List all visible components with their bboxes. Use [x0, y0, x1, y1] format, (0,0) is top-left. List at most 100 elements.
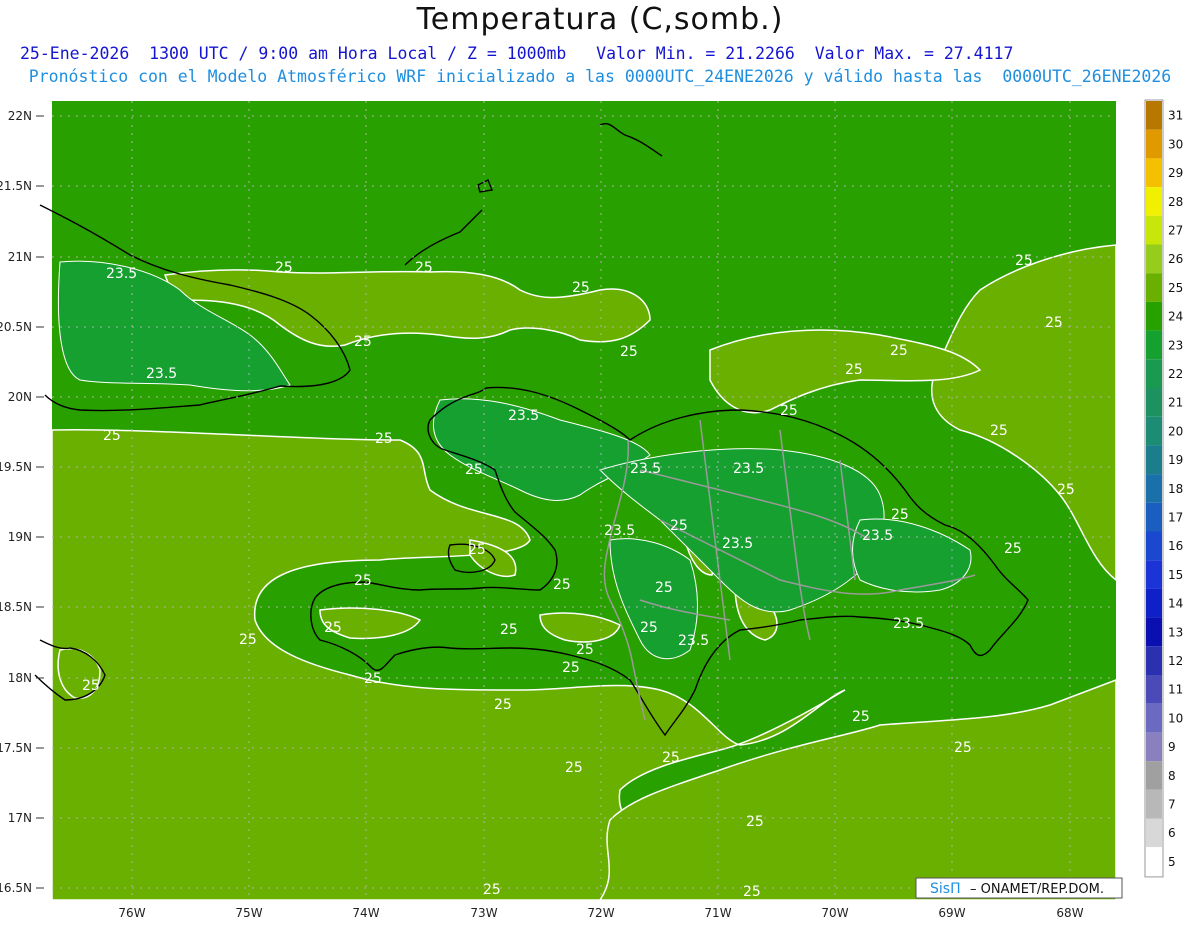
colorbar-swatch [1146, 847, 1162, 876]
latitude-labels: 22N 21.5N 21N 20.5N 20N 19.5N 19N 18.5N … [0, 109, 32, 895]
contour-label: 25 [576, 642, 594, 658]
colorbar-label: 27 [1168, 224, 1183, 238]
colorbar-label: 11 [1168, 683, 1183, 697]
colorbar-swatch [1146, 273, 1162, 302]
contour-label: 25 [468, 542, 486, 558]
colorbar-label: 30 [1168, 137, 1183, 151]
colorbar-swatch [1146, 244, 1162, 274]
colorbar-swatch [1146, 646, 1162, 675]
contour-label: 25 [620, 344, 638, 360]
contour-label: 25 [500, 622, 518, 638]
lat-label: 17.5N [0, 741, 32, 755]
colorbar-label: 10 [1168, 711, 1183, 725]
colorbar-swatch [1146, 388, 1162, 417]
contour-label: 25 [990, 423, 1008, 439]
contour-label: 25 [662, 750, 680, 766]
credit-brand: SisΠ [930, 881, 961, 897]
temperature-map: 23.5 23.5 23.5 23.5 23.5 23.5 23.5 23.5 … [0, 99, 1183, 920]
colorbar-swatch [1146, 445, 1162, 475]
contour-label: 25 [780, 403, 798, 419]
contour-label: 25 [1045, 315, 1063, 331]
colorbar-label: 21 [1168, 396, 1183, 410]
contour-label: 25 [954, 740, 972, 756]
colorbar-swatch [1146, 359, 1162, 388]
contour-label: 25 [364, 671, 382, 687]
colorbar-swatch [1146, 301, 1162, 331]
colorbar-swatch [1146, 158, 1162, 188]
colorbar-swatch [1146, 330, 1162, 360]
contour-label: 25 [655, 580, 673, 596]
contour-label: 25 [494, 697, 512, 713]
credit-box: SisΠ – ONAMET/REP.DOM. [915, 877, 1123, 899]
colorbar-label: 7 [1168, 798, 1176, 812]
contour-label: 23.5 [146, 366, 177, 382]
contour-label: 25 [891, 507, 909, 523]
contour-label: 25 [572, 280, 590, 296]
lon-label: 71W [704, 906, 731, 920]
lon-label: 75W [235, 906, 262, 920]
colorbar-label: 12 [1168, 654, 1183, 668]
colorbar-swatch [1146, 761, 1162, 790]
contour-label: 23.5 [106, 266, 137, 282]
lat-label: 17N [8, 811, 32, 825]
contour-label: 25 [562, 660, 580, 676]
colorbar-swatch [1146, 215, 1162, 245]
colorbar-label: 9 [1168, 740, 1176, 754]
lat-label: 19.5N [0, 460, 32, 474]
colorbar-label: 14 [1168, 597, 1183, 611]
contour-label: 23.5 [862, 528, 893, 544]
contour-label: 23.5 [722, 536, 753, 552]
colorbar-label: 19 [1168, 453, 1183, 467]
contour-label: 23.5 [630, 461, 661, 477]
colorbar-label: 22 [1168, 367, 1183, 381]
contour-label: 23.5 [604, 523, 635, 539]
contour-label: 25 [743, 884, 761, 900]
contour-label: 25 [553, 577, 571, 593]
lat-label: 20N [8, 390, 32, 404]
contour-label: 25 [354, 334, 372, 350]
contour-label: 25 [354, 573, 372, 589]
contour-label: 25 [852, 709, 870, 725]
colorbar-swatch [1146, 818, 1162, 848]
colorbar-label: 20 [1168, 424, 1183, 438]
colorbar-swatch [1146, 474, 1162, 503]
colorbar-swatch [1146, 789, 1162, 819]
contour-label: 25 [1004, 541, 1022, 557]
colorbar-swatch [1146, 416, 1162, 446]
contour-label: 25 [746, 814, 764, 830]
colorbar-swatch [1146, 703, 1162, 733]
contour-label: 25 [565, 760, 583, 776]
colorbar-label: 29 [1168, 166, 1183, 180]
colorbar-swatch [1146, 617, 1162, 647]
contour-label: 25 [103, 428, 121, 444]
colorbar-swatch [1146, 675, 1162, 704]
lon-label: 70W [821, 906, 848, 920]
colorbar-label: 28 [1168, 195, 1183, 209]
lat-label: 16.5N [0, 881, 32, 895]
contour-label: 25 [324, 620, 342, 636]
longitude-labels: 76W 75W 74W 73W 72W 71W 70W 69W 68W [118, 906, 1083, 920]
colorbar-label: 18 [1168, 482, 1183, 496]
contour-label: 25 [640, 620, 658, 636]
colorbar-label: 6 [1168, 826, 1176, 840]
contour-label: 25 [845, 362, 863, 378]
lon-label: 73W [470, 906, 497, 920]
colorbar-swatch [1146, 101, 1162, 130]
contour-label: 25 [483, 882, 501, 898]
latitude-ticks [36, 115, 44, 889]
contour-label: 23.5 [893, 616, 924, 632]
colorbar-swatch [1146, 531, 1162, 561]
colorbar-label: 15 [1168, 568, 1183, 582]
colorbar-swatch [1146, 732, 1162, 762]
contour-label: 25 [670, 518, 688, 534]
contour-label: 25 [1057, 482, 1075, 498]
lat-label: 21.5N [0, 179, 32, 193]
colorbar-label: 31 [1168, 109, 1183, 123]
contour-label: 23.5 [733, 461, 764, 477]
lat-label: 18.5N [0, 600, 32, 614]
lon-label: 69W [938, 906, 965, 920]
contour-label: 25 [890, 343, 908, 359]
contour-label: 25 [239, 632, 257, 648]
colorbar-label: 5 [1168, 855, 1176, 869]
contour-label: 25 [82, 678, 100, 694]
